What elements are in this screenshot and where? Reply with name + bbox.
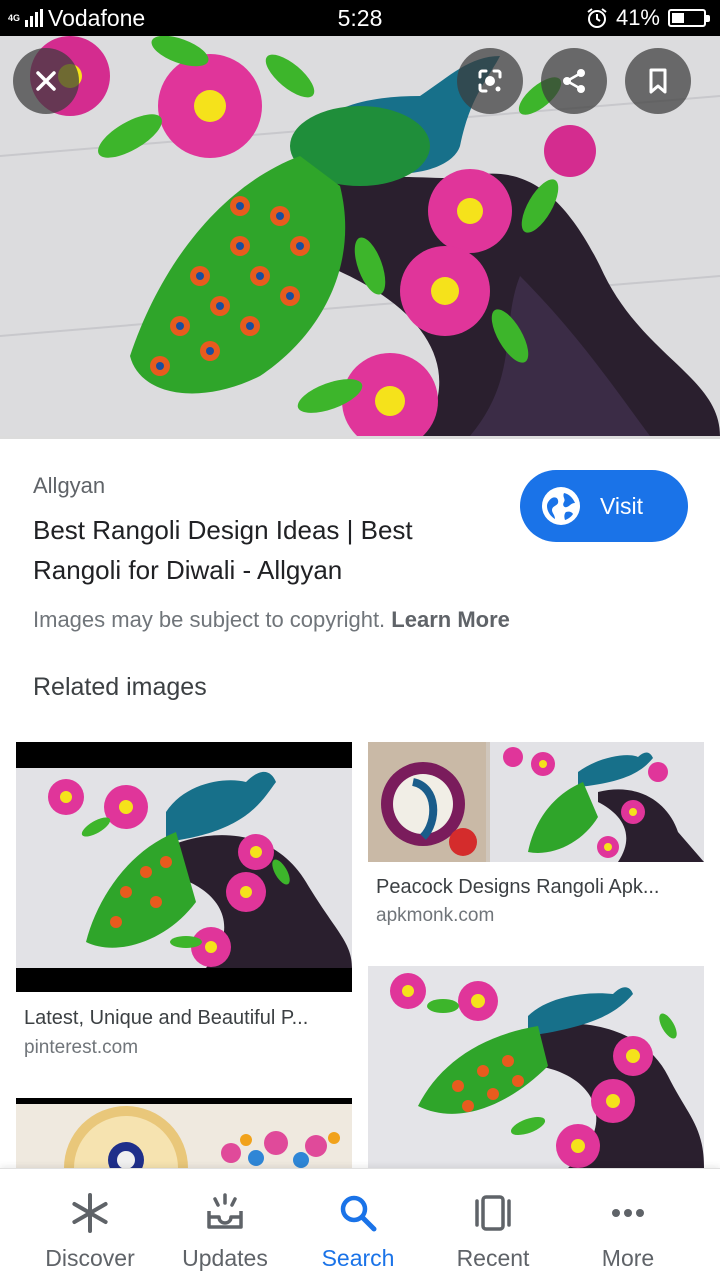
learn-more-link[interactable]: Learn More xyxy=(391,607,510,632)
nav-label: Discover xyxy=(45,1245,135,1271)
visit-button[interactable]: Visit xyxy=(520,470,688,542)
rangoli-thumbnail xyxy=(368,742,704,862)
copyright-notice: Images may be subject to copyright. Lear… xyxy=(33,607,510,633)
recent-cards-icon xyxy=(475,1195,511,1231)
alarm-clock-icon xyxy=(587,8,607,28)
battery-fill xyxy=(672,13,685,23)
lens-button[interactable] xyxy=(457,48,523,114)
status-right: 41% xyxy=(586,4,710,32)
result-source[interactable]: Allgyan xyxy=(33,473,105,499)
nav-label: Search xyxy=(321,1245,395,1271)
share-icon xyxy=(563,69,585,93)
nav-discover[interactable]: Discover xyxy=(18,1169,162,1280)
share-button[interactable] xyxy=(541,48,607,114)
bottom-navigation: Discover Updates Search Recent More xyxy=(0,1168,720,1280)
bookmark-icon xyxy=(649,68,667,94)
more-dots-icon xyxy=(612,1209,644,1217)
hero-divider xyxy=(0,436,720,439)
updates-tray-icon xyxy=(207,1193,243,1229)
related-image-4[interactable] xyxy=(368,966,704,1168)
bookmark-button[interactable] xyxy=(625,48,691,114)
rangoli-thumbnail xyxy=(16,1098,352,1168)
battery-percent: 41% xyxy=(615,5,660,30)
search-icon xyxy=(340,1195,377,1232)
google-lens-icon xyxy=(478,69,502,93)
related-image-1[interactable] xyxy=(16,742,352,992)
close-button[interactable] xyxy=(13,48,79,114)
nav-label: More xyxy=(601,1245,655,1271)
related-title-2[interactable]: Peacock Designs Rangoli Apk... xyxy=(376,876,704,899)
related-image-3[interactable] xyxy=(16,1098,352,1168)
rangoli-thumbnail xyxy=(16,742,352,992)
globe-icon xyxy=(542,487,580,525)
nav-search[interactable]: Search xyxy=(286,1169,430,1280)
battery-icon xyxy=(668,9,710,27)
status-bar: 4G Vodafone 5:28 41% xyxy=(0,0,720,36)
nav-label: Updates xyxy=(182,1245,268,1271)
nav-recent[interactable]: Recent xyxy=(421,1169,565,1280)
related-images-heading: Related images xyxy=(33,673,207,701)
copyright-text: Images may be subject to copyright. xyxy=(33,607,386,632)
related-title-1[interactable]: Latest, Unique and Beautiful P... xyxy=(24,1007,354,1030)
related-domain-2: apkmonk.com xyxy=(376,905,495,926)
nav-updates[interactable]: Updates xyxy=(153,1169,297,1280)
rangoli-peacock-image xyxy=(0,36,720,436)
visit-label: Visit xyxy=(600,492,644,519)
discover-asterisk-icon xyxy=(72,1193,108,1233)
rangoli-thumbnail xyxy=(368,966,704,1168)
nav-more[interactable]: More xyxy=(556,1169,700,1280)
nav-label: Recent xyxy=(456,1245,530,1271)
hero-image[interactable] xyxy=(0,36,720,436)
result-title[interactable]: Best Rangoli Design Ideas | Best Rangoli… xyxy=(33,510,493,590)
close-icon xyxy=(36,71,56,91)
related-image-2[interactable] xyxy=(368,742,704,862)
related-domain-1: pinterest.com xyxy=(24,1037,139,1058)
